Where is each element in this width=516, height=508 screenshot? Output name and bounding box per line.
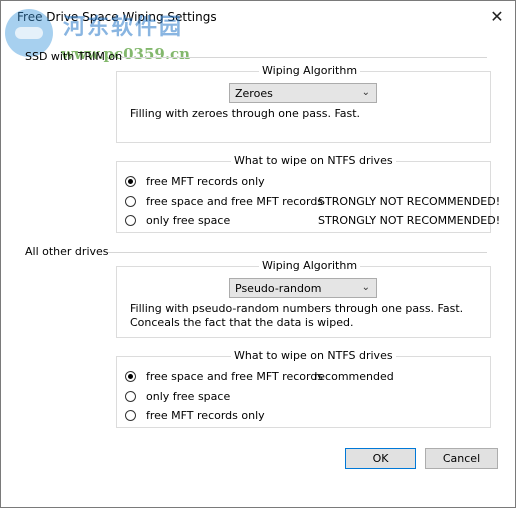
other-algorithm-select[interactable]: Pseudo-random ⌄ xyxy=(229,278,377,298)
ssd-ntfs-title: What to wipe on NTFS drives xyxy=(231,154,396,167)
warning-note: STRONGLY NOT RECOMMENDED! xyxy=(318,195,501,208)
radio-label: free space and free MFT records xyxy=(146,370,324,383)
ssd-algorithm-value: Zeroes xyxy=(235,87,273,100)
other-algorithm-description-line-2: Conceals the fact that the data is wiped… xyxy=(130,316,354,329)
other-algorithm-description: Filling with pseudo-random numbers throu… xyxy=(130,302,463,330)
radio-label: free MFT records only xyxy=(146,175,265,188)
radio-label: only free space xyxy=(146,214,231,227)
ssd-algorithm-group: Wiping Algorithm Zeroes ⌄ Filling with z… xyxy=(116,64,491,143)
radio-button-selected[interactable] xyxy=(125,371,136,382)
ssd-algorithm-description: Filling with zeroes through one pass. Fa… xyxy=(130,107,360,121)
radio-label: free MFT records only xyxy=(146,409,265,422)
other-section-label: All other drives xyxy=(25,245,109,258)
window-title: Free Drive Space Wiping Settings xyxy=(17,10,217,24)
title-bar: Free Drive Space Wiping Settings ✕ xyxy=(1,1,515,31)
other-algorithm-value: Pseudo-random xyxy=(235,282,322,295)
chevron-down-icon: ⌄ xyxy=(361,87,370,98)
ssd-algorithm-title: Wiping Algorithm xyxy=(259,64,361,77)
other-divider xyxy=(108,252,487,253)
other-ntfs-group: What to wipe on NTFS drives free space a… xyxy=(116,349,491,428)
ssd-ntfs-group: What to wipe on NTFS drives free MFT rec… xyxy=(116,154,500,233)
chevron-down-icon: ⌄ xyxy=(361,282,370,293)
radio-button[interactable] xyxy=(125,215,136,226)
other-algorithm-group: Wiping Algorithm Pseudo-random ⌄ Filling… xyxy=(116,259,491,338)
ssd-algorithm-description-line: Filling with zeroes through one pass. Fa… xyxy=(130,107,361,120)
cancel-button[interactable]: Cancel xyxy=(425,448,498,469)
radio-button[interactable] xyxy=(125,196,136,207)
ssd-section-label: SSD with TRIM on xyxy=(25,50,123,63)
other-ntfs-title: What to wipe on NTFS drives xyxy=(231,349,396,362)
ssd-divider xyxy=(121,57,487,58)
other-algorithm-description-line-1: Filling with pseudo-random numbers throu… xyxy=(130,302,464,315)
recommended-note: recommended xyxy=(314,370,394,383)
radio-label: only free space xyxy=(146,390,231,403)
settings-dialog: Free Drive Space Wiping Settings ✕ 河东软件园… xyxy=(0,0,516,508)
close-icon[interactable]: ✕ xyxy=(487,7,507,27)
radio-button-selected[interactable] xyxy=(125,176,136,187)
radio-button[interactable] xyxy=(125,391,136,402)
ssd-algorithm-select[interactable]: Zeroes ⌄ xyxy=(229,83,377,103)
radio-label: free space and free MFT records xyxy=(146,195,324,208)
warning-note: STRONGLY NOT RECOMMENDED! xyxy=(318,214,501,227)
ok-button[interactable]: OK xyxy=(345,448,416,469)
radio-button[interactable] xyxy=(125,410,136,421)
other-algorithm-title: Wiping Algorithm xyxy=(259,259,361,272)
